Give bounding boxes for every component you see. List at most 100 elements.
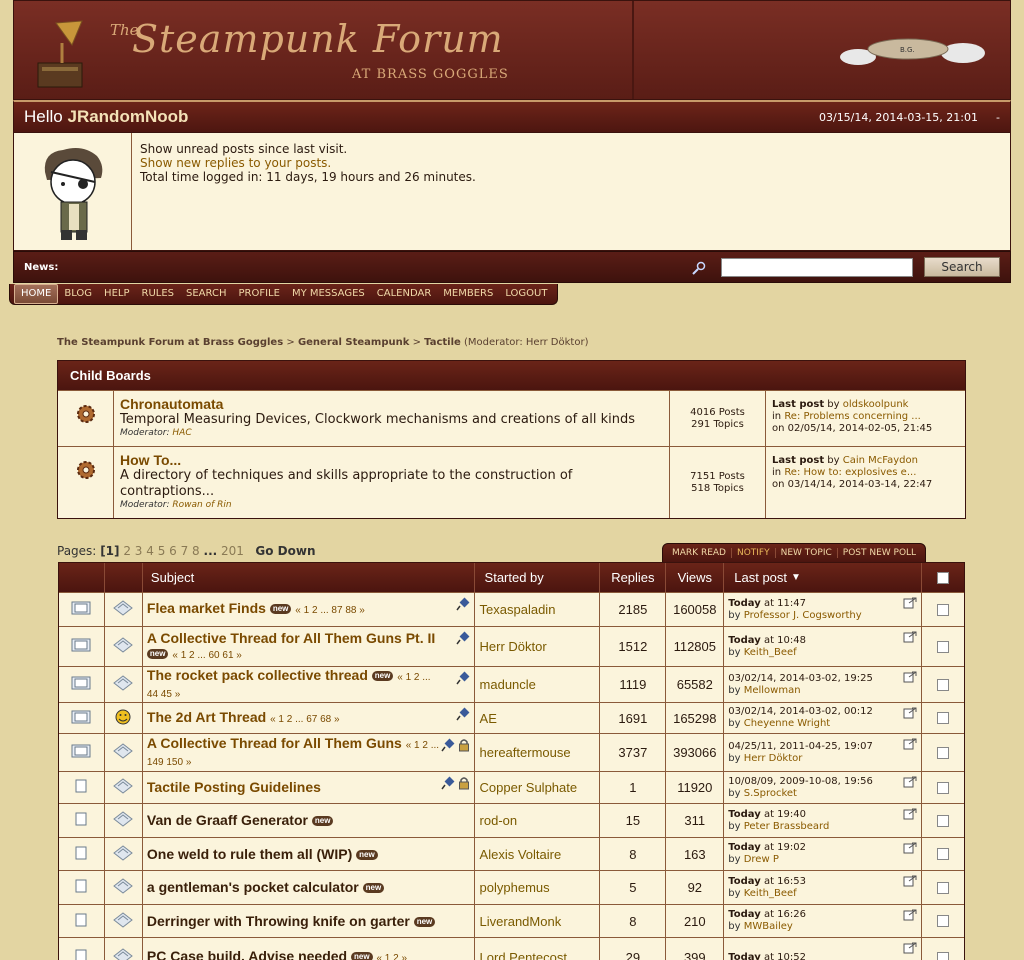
topic-checkbox[interactable]	[937, 814, 950, 827]
menu-item-calendar[interactable]: CALENDAR	[371, 285, 438, 303]
page-links[interactable]: 2 3 4 5 6 7 8	[123, 544, 199, 558]
menu-item-blog[interactable]: BLOG	[58, 285, 98, 303]
collapse-toggle[interactable]: -	[996, 111, 1000, 124]
topic-starter[interactable]: Texaspaladin	[475, 593, 601, 626]
last-post-author[interactable]: Herr Döktor	[744, 753, 803, 764]
topic-link[interactable]: A Collective Thread for All Them Guns Pt…	[147, 630, 435, 646]
last-post-author[interactable]: Drew P	[744, 854, 779, 865]
breadcrumb-category[interactable]: General Steampunk	[298, 337, 409, 348]
topic-checkbox[interactable]	[937, 712, 950, 724]
last-post-author[interactable]: Keith_Beef	[744, 888, 797, 899]
topic-starter[interactable]: polyphemus	[475, 871, 601, 904]
new-badge[interactable]: new	[356, 849, 378, 860]
last-post-author[interactable]: Mellowman	[744, 685, 801, 696]
topic-checkbox[interactable]	[937, 915, 950, 927]
go-to-last-post-icon[interactable]	[903, 808, 917, 824]
new-topic-button[interactable]: NEW TOPIC	[776, 548, 838, 558]
topic-link[interactable]: Derringer with Throwing knife on garter	[147, 913, 410, 929]
go-to-last-post-icon[interactable]	[903, 909, 917, 925]
show-replies-link[interactable]: Show new replies to your posts.	[140, 156, 476, 170]
topic-checkbox[interactable]	[937, 746, 950, 759]
go-to-last-post-icon[interactable]	[903, 942, 917, 958]
last-post-author[interactable]: Peter Brassbeard	[744, 821, 830, 832]
new-badge[interactable]: new	[269, 604, 292, 615]
last-post-topic[interactable]: Re: How to: explosives e...	[784, 467, 916, 478]
topic-checkbox[interactable]	[937, 881, 950, 894]
topic-starter[interactable]: Herr Döktor	[475, 627, 601, 666]
topic-link[interactable]: PC Case build. Advise needed	[147, 948, 347, 960]
topic-link[interactable]: Flea market Finds	[147, 600, 266, 616]
header-replies[interactable]: Replies	[600, 563, 667, 592]
go-to-last-post-icon[interactable]	[903, 842, 917, 858]
topic-link[interactable]: A Collective Thread for All Them Guns	[147, 735, 402, 751]
topic-checkbox[interactable]	[937, 848, 950, 860]
moderator-link[interactable]: Rowan of Rin	[172, 500, 231, 510]
forum-title[interactable]: Steampunk Forum	[132, 17, 504, 61]
header-views[interactable]: Views	[666, 563, 725, 592]
menu-item-logout[interactable]: LOGOUT	[499, 285, 553, 303]
last-post-author[interactable]: MWBailey	[744, 921, 793, 932]
select-all-checkbox[interactable]	[937, 571, 950, 584]
topic-starter[interactable]: maduncle	[475, 667, 601, 702]
go-to-last-post-icon[interactable]	[903, 707, 917, 723]
topic-checkbox[interactable]	[937, 603, 950, 616]
last-post-author[interactable]: Keith_Beef	[744, 647, 797, 658]
menu-item-profile[interactable]: PROFILE	[232, 285, 285, 303]
topic-starter[interactable]: Alexis Voltaire	[475, 838, 601, 870]
new-badge[interactable]: new	[351, 952, 373, 960]
topic-pages[interactable]: « 1 2 ... 87 88 »	[295, 605, 365, 616]
search-button[interactable]: Search	[924, 257, 1000, 277]
header-started-by[interactable]: Started by	[475, 563, 601, 592]
menu-item-rules[interactable]: RULES	[136, 285, 181, 303]
last-post-topic[interactable]: Re: Problems concerning ...	[784, 411, 921, 422]
menu-item-search[interactable]: SEARCH	[180, 285, 232, 303]
header-last-post[interactable]: Last post ▼	[724, 563, 923, 592]
header-subject[interactable]: Subject	[143, 563, 475, 592]
post-new-poll-button[interactable]: POST NEW POLL	[838, 548, 921, 558]
go-to-last-post-icon[interactable]	[903, 631, 917, 647]
topic-checkbox[interactable]	[937, 951, 950, 960]
topic-starter[interactable]: hereaftermouse	[475, 734, 601, 771]
new-badge[interactable]: new	[362, 883, 385, 894]
go-to-last-post-icon[interactable]	[903, 597, 917, 613]
menu-item-my-messages[interactable]: MY MESSAGES	[286, 285, 371, 303]
topic-checkbox[interactable]	[937, 678, 950, 691]
breadcrumb-forum[interactable]: The Steampunk Forum at Brass Goggles	[57, 337, 283, 348]
go-to-last-post-icon[interactable]	[903, 671, 917, 687]
breadcrumb-board[interactable]: Tactile	[424, 337, 461, 348]
moderator-link[interactable]: HAC	[172, 428, 191, 438]
go-to-last-post-icon[interactable]	[903, 875, 917, 891]
last-post-author[interactable]: Cheyenne Wright	[744, 718, 830, 729]
show-unread-link[interactable]: Show unread posts since last visit.	[140, 142, 476, 156]
menu-item-members[interactable]: MEMBERS	[437, 285, 499, 303]
topic-checkbox[interactable]	[937, 781, 950, 794]
go-to-last-post-icon[interactable]	[903, 738, 917, 754]
topic-link[interactable]: The 2d Art Thread	[147, 709, 266, 725]
last-post-author[interactable]: S.Sprocket	[744, 788, 797, 799]
gramophone-logo-icon[interactable]	[32, 19, 90, 91]
topic-starter[interactable]: rod-on	[475, 804, 601, 837]
topic-starter[interactable]: Lord Pentecost	[475, 938, 601, 960]
new-badge[interactable]: new	[413, 916, 436, 927]
mark-read-button[interactable]: MARK READ	[667, 548, 732, 558]
topic-pages[interactable]: « 1 2 »	[376, 953, 407, 960]
topic-link[interactable]: Tactile Posting Guidelines	[147, 779, 321, 795]
topic-pages[interactable]: « 1 2 ... 60 61 »	[172, 650, 242, 661]
topic-starter[interactable]: LiverandMonk	[475, 905, 601, 937]
new-badge[interactable]: new	[371, 670, 394, 681]
topic-checkbox[interactable]	[937, 640, 950, 653]
topic-link[interactable]: One weld to rule them all (WIP)	[147, 846, 352, 862]
last-post-author[interactable]: Professor J. Cogsworthy	[744, 610, 862, 621]
topic-link[interactable]: a gentleman's pocket calculator	[147, 879, 359, 895]
child-board-name[interactable]: Chronautomata	[120, 396, 663, 412]
menu-item-help[interactable]: HELP	[98, 285, 135, 303]
new-badge[interactable]: new	[146, 648, 169, 659]
last-post-user[interactable]: oldskoolpunk	[843, 399, 909, 410]
notify-button[interactable]: NOTIFY	[732, 548, 776, 558]
new-badge[interactable]: new	[311, 816, 334, 827]
topic-starter[interactable]: Copper Sulphate	[475, 772, 601, 803]
topic-link[interactable]: The rocket pack collective thread	[147, 667, 368, 683]
topic-starter[interactable]: AE	[475, 703, 601, 733]
topic-link[interactable]: Van de Graaff Generator	[147, 812, 308, 828]
go-to-last-post-icon[interactable]	[903, 776, 917, 792]
